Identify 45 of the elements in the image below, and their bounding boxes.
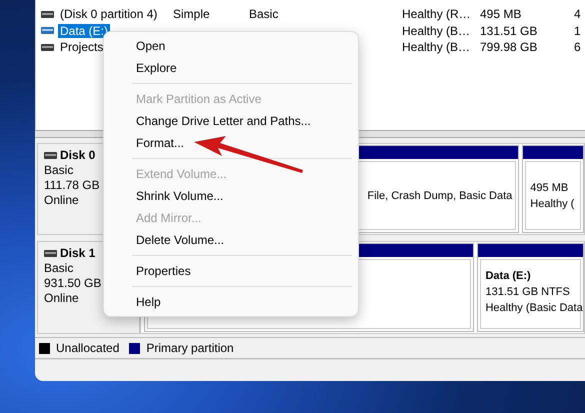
disk-icon — [44, 250, 57, 257]
disk-icon — [41, 44, 54, 51]
menu-item[interactable]: Help — [104, 291, 163, 313]
partition-info: 131.51 GB NTFS — [485, 285, 570, 300]
partition-info: Healthy ( — [530, 196, 574, 212]
table-cell-text: Healthy (B… — [402, 40, 472, 54]
disk-type: Basic — [44, 163, 74, 178]
menu-item[interactable]: Properties — [104, 260, 193, 282]
partition-header — [523, 146, 583, 159]
partition-title: Data (E:) — [485, 269, 531, 284]
menu-item[interactable]: Format... — [104, 132, 186, 154]
disk-icon — [41, 10, 54, 18]
table-cell-text: Basic — [249, 7, 280, 22]
partition-block[interactable]: 495 MB Healthy ( — [522, 145, 584, 233]
striped-volume-icon — [41, 27, 54, 34]
legend-label: Primary partition — [146, 341, 234, 355]
table-cell-text: Simple — [173, 7, 211, 22]
menu-item[interactable]: Delete Volume... — [104, 229, 226, 251]
disk-icon — [44, 152, 57, 159]
partition-info: Healthy (Basic Data — [485, 301, 583, 316]
partition-info: File, Crash Dump, Basic Data — [367, 188, 512, 204]
table-cell-text: 799.98 GB — [480, 40, 538, 54]
disk-name: Disk 1 — [60, 246, 96, 261]
menu-item[interactable]: Change Drive Letter and Paths... — [104, 110, 313, 132]
table-cell-text: Healthy (B… — [402, 24, 472, 38]
disk-type: Basic — [44, 261, 74, 276]
volume-name[interactable]: (Disk 0 partition 4) — [58, 7, 160, 22]
disk-name: Disk 0 — [60, 148, 96, 163]
table-cell-text: 1 — [574, 24, 582, 38]
table-cell-text: 131.51 GB — [480, 24, 538, 38]
table-cell-text: 4 — [574, 7, 582, 22]
disk-size: 931.50 GB — [44, 276, 102, 291]
legend-label: Unallocated — [56, 341, 120, 355]
table-cell-text: 6 — [574, 40, 582, 54]
table-cell-text: Healthy (R… — [402, 7, 472, 22]
table-cell-text: 495 MB — [480, 7, 522, 22]
partition-info: 495 MB — [530, 180, 568, 196]
disk-status: Online — [44, 291, 80, 306]
disk-status: Online — [44, 193, 80, 208]
menu-item[interactable]: Explore — [104, 57, 179, 79]
menu-item[interactable]: Shrink Volume... — [104, 185, 226, 207]
disk-size: 111.78 GB — [44, 178, 101, 193]
menu-item[interactable]: Open — [104, 35, 168, 57]
volume-name[interactable]: Projects — [58, 40, 106, 54]
partition-block[interactable]: Data (E:) 131.51 GB NTFS Healthy (Basic Data — [477, 243, 584, 332]
